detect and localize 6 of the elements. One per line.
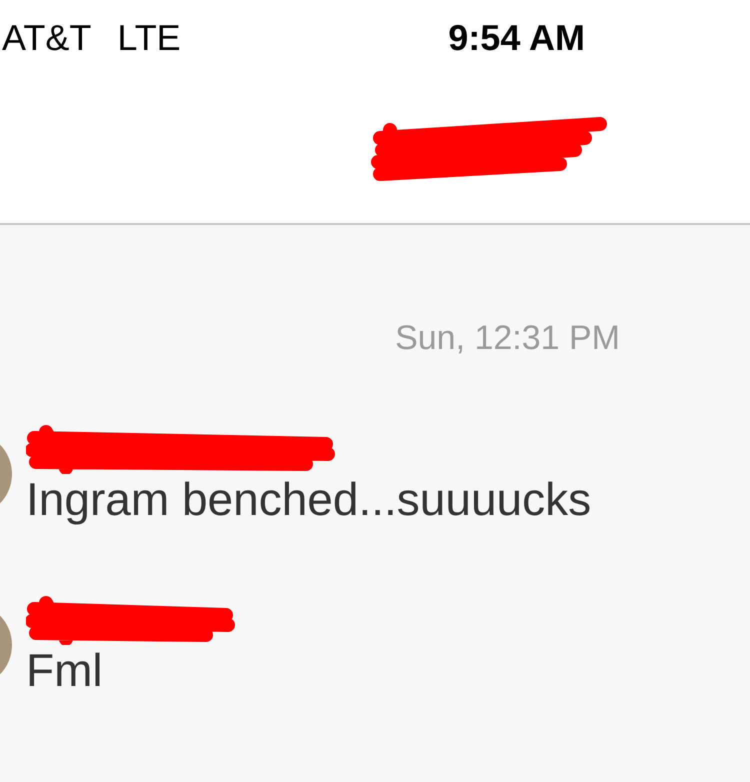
carrier-label: AT&T [1,16,92,60]
message-text: Ingram benched...suuuucks [26,474,592,525]
message-text: Fml [26,644,104,696]
message-timestamp: Sun, 12:31 PM [395,319,620,357]
network-label: LTE [117,16,181,60]
clock-time: 9:54 AM [448,16,585,60]
